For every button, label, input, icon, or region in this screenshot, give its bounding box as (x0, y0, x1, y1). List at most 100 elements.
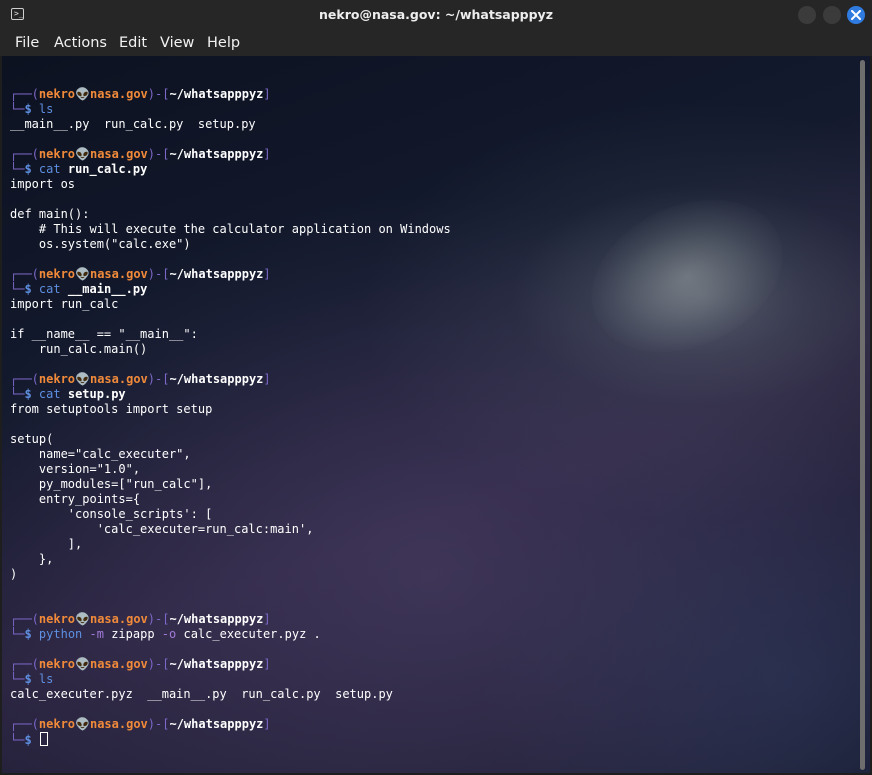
output-line: os.system("calc.exe") (10, 237, 191, 251)
menu-help[interactable]: Help (207, 30, 240, 56)
output-line: import run_calc (10, 297, 119, 311)
alien-icon: 👽 (75, 612, 90, 626)
prompt-dollar: $ (24, 162, 32, 176)
command-arg: __main__.py (67, 282, 148, 296)
prompt-dollar: $ (24, 282, 32, 296)
prompt-host: nasa.gov (89, 717, 148, 731)
command-name: cat (38, 282, 61, 296)
output-line: # This will execute the calculator appli… (10, 222, 451, 236)
prompt-header: ┌──(nekro👽nasa.gov)-[~/whatsapppyz] (10, 612, 451, 627)
prompt-user: nekro (38, 267, 76, 281)
menu-actions[interactable]: Actions (54, 30, 107, 56)
prompt-frame: )-[ (147, 267, 170, 281)
prompt-path: ~/whatsapppyz (169, 147, 264, 161)
close-button[interactable] (847, 6, 865, 24)
menu-bar: File Actions Edit View Help (0, 30, 872, 56)
prompt-frame: ┌──( (10, 87, 39, 101)
title-bar[interactable]: >_ nekro@nasa.gov: ~/whatsapppyz (0, 0, 872, 30)
prompt-frame: ┌──( (10, 612, 39, 626)
prompt-frame: └─ (10, 627, 25, 641)
output-line: calc_executer.pyz __main__.py run_calc.p… (10, 687, 393, 701)
prompt-user: nekro (38, 612, 76, 626)
prompt-header: ┌──(nekro👽nasa.gov)-[~/whatsapppyz] (10, 87, 451, 102)
command-name: cat (38, 387, 61, 401)
prompt-frame: ] (263, 147, 271, 161)
command-arg: zipapp (111, 627, 155, 641)
terminal-output[interactable]: ┌──(nekro👽nasa.gov)-[~/whatsapppyz] └─$ l… (2, 56, 870, 773)
prompt-frame: )-[ (147, 372, 170, 386)
prompt-user: nekro (38, 657, 76, 671)
prompt-host: nasa.gov (89, 657, 148, 671)
prompt-frame: ┌──( (10, 267, 39, 281)
prompt-frame: ] (263, 657, 271, 671)
command-line: └─$ ls (10, 672, 451, 687)
prompt-path: ~/whatsapppyz (169, 267, 264, 281)
prompt-host: nasa.gov (89, 267, 148, 281)
prompt-frame: ┌──( (10, 717, 39, 731)
prompt-header: ┌──(nekro👽nasa.gov)-[~/whatsapppyz] (10, 657, 451, 672)
prompt-frame: └─ (10, 387, 25, 401)
prompt-frame: )-[ (147, 657, 170, 671)
output-line: name="calc_executer", (10, 447, 191, 461)
command-name: cat (38, 162, 61, 176)
maximize-button[interactable] (823, 6, 841, 24)
prompt-frame: ┌──( (10, 147, 39, 161)
command-flag: -o (161, 627, 177, 641)
menu-view[interactable]: View (160, 30, 194, 56)
output-line: ) (10, 567, 18, 581)
minimize-button[interactable] (798, 6, 816, 24)
menu-file[interactable]: File (15, 30, 39, 56)
prompt-dollar: $ (24, 672, 32, 686)
output-line: __main__.py run_calc.py setup.py (10, 117, 256, 131)
output-line: setup( (10, 432, 54, 446)
close-icon (851, 10, 861, 20)
prompt-path: ~/whatsapppyz (169, 372, 264, 386)
output-line: ], (10, 537, 83, 551)
command-arg: setup.py (67, 387, 126, 401)
prompt-header: ┌──(nekro👽nasa.gov)-[~/whatsapppyz] (10, 147, 451, 162)
prompt-frame: )-[ (147, 147, 170, 161)
prompt-header: ┌──(nekro👽nasa.gov)-[~/whatsapppyz] (10, 717, 451, 732)
alien-icon: 👽 (75, 717, 90, 731)
prompt-header: ┌──(nekro👽nasa.gov)-[~/whatsapppyz] (10, 267, 451, 282)
prompt-frame: ] (263, 372, 271, 386)
prompt-user: nekro (38, 147, 76, 161)
prompt-path: ~/whatsapppyz (169, 717, 264, 731)
alien-icon: 👽 (75, 372, 90, 386)
alien-icon: 👽 (75, 657, 90, 671)
prompt-dollar: $ (24, 627, 32, 641)
command-line: └─$ python -m zipapp -o calc_executer.py… (10, 627, 451, 642)
menu-edit[interactable]: Edit (119, 30, 147, 56)
window-title: nekro@nasa.gov: ~/whatsapppyz (319, 7, 553, 22)
prompt-frame: )-[ (147, 717, 170, 731)
prompt-frame: ] (263, 717, 271, 731)
command-arg: calc_executer.pyz . (183, 627, 321, 641)
terminal-window: >_ nekro@nasa.gov: ~/whatsapppyz File Ac… (0, 0, 872, 775)
command-line: └─$ cat __main__.py (10, 282, 451, 297)
prompt-host: nasa.gov (89, 87, 148, 101)
command-line: └─$ (10, 732, 451, 747)
prompt-user: nekro (38, 372, 76, 386)
prompt-frame: ] (263, 612, 271, 626)
prompt-frame: )-[ (147, 612, 170, 626)
alien-icon: 👽 (75, 267, 90, 281)
command-arg: run_calc.py (67, 162, 148, 176)
output-line: from setuptools import setup (10, 402, 213, 416)
alien-icon: 👽 (75, 147, 90, 161)
background-galaxy (566, 170, 808, 382)
prompt-path: ~/whatsapppyz (169, 87, 264, 101)
prompt-host: nasa.gov (89, 147, 148, 161)
output-line: import os (10, 177, 76, 191)
prompt-user: nekro (38, 87, 76, 101)
command-line: └─$ ls (10, 102, 451, 117)
scrollbar[interactable] (860, 60, 865, 770)
prompt-user: nekro (38, 717, 76, 731)
